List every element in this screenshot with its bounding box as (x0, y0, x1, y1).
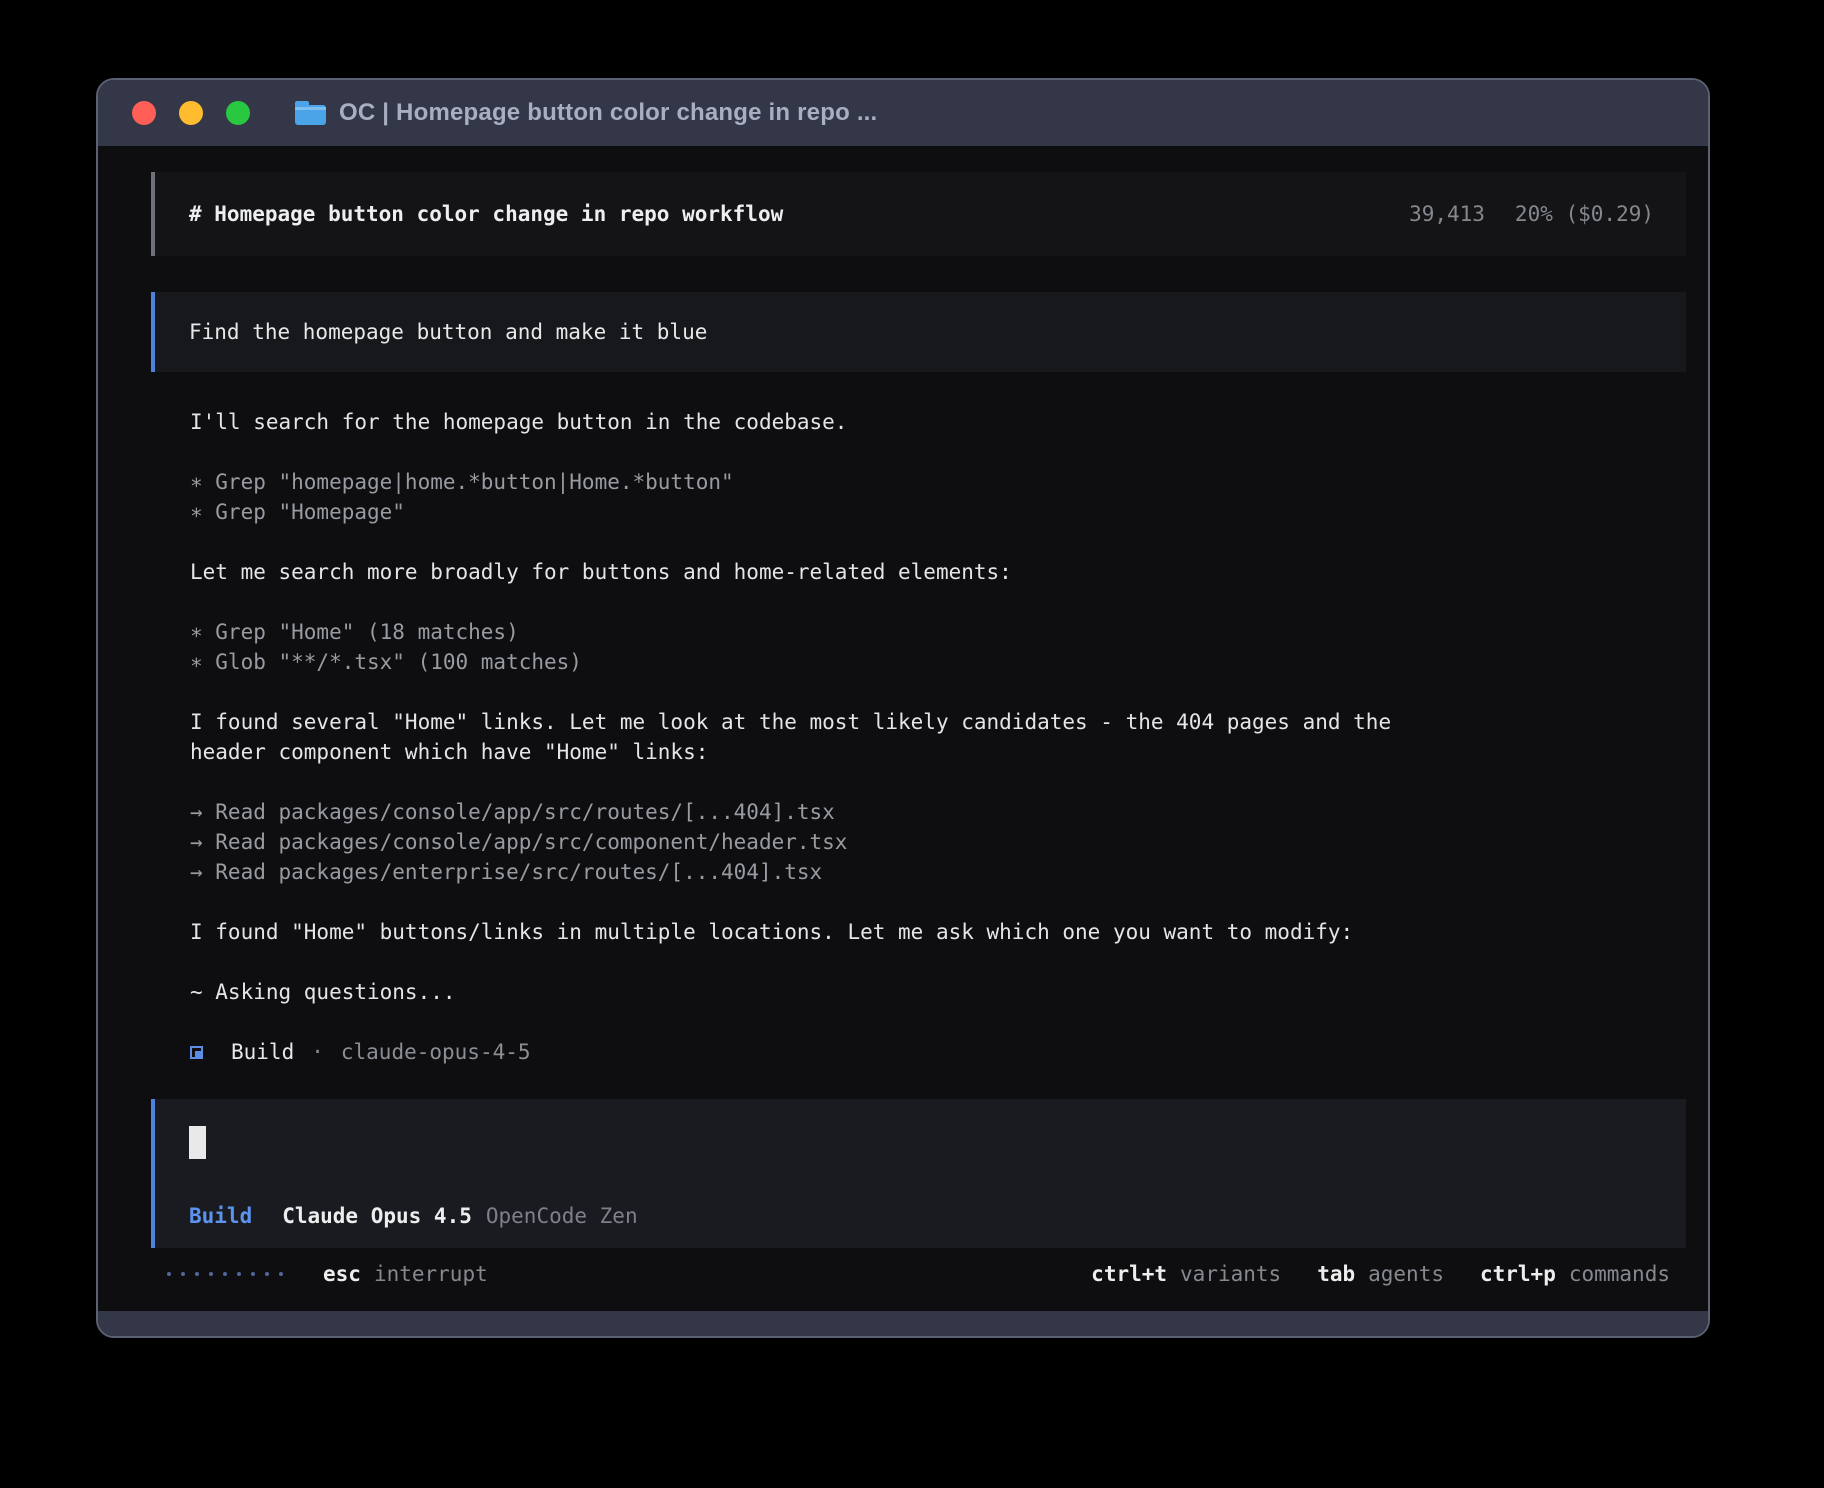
terminal-content[interactable]: # Homepage button color change in repo w… (98, 146, 1708, 1311)
spinner-dot (265, 1272, 269, 1276)
input-model-label[interactable]: Claude Opus 4.5 (282, 1201, 472, 1231)
key-hint: ctrl+p commands (1480, 1262, 1670, 1286)
text-cursor (189, 1126, 206, 1159)
minimize-icon[interactable] (179, 101, 203, 125)
key-hint-key: ctrl+p (1480, 1262, 1556, 1286)
agent-status-line: Build · claude-opus-4-5 (190, 1037, 1686, 1067)
statusbar-hints-right: ctrl+t variants tab agents ctrl+p commands (1091, 1262, 1670, 1286)
transcript-line: I found several "Home" links. Let me loo… (190, 707, 1686, 767)
close-icon[interactable] (132, 101, 156, 125)
spinner-dot (181, 1272, 185, 1276)
key-hint: esc interrupt (323, 1262, 488, 1286)
key-hint-label: agents (1368, 1262, 1444, 1286)
spinner-dot (223, 1272, 227, 1276)
key-hint-key: tab (1317, 1262, 1355, 1286)
key-hint: tab agents (1317, 1262, 1444, 1286)
key-hint-label: commands (1569, 1262, 1670, 1286)
agent-build-icon (190, 1046, 203, 1059)
token-count: 39,413 (1409, 202, 1485, 226)
spinner-dot (279, 1272, 283, 1276)
key-hint: ctrl+t variants (1091, 1262, 1281, 1286)
transcript-line: → Read packages/console/app/src/routes/[… (190, 797, 1686, 887)
transcript: I'll search for the homepage button in t… (190, 407, 1686, 1007)
zoom-icon[interactable] (226, 101, 250, 125)
statusbar: escinterrupt ctrl+tvariantstabagentsctrl… (151, 1253, 1686, 1301)
key-hint-label: interrupt (374, 1262, 488, 1286)
spinner-dot (251, 1272, 255, 1276)
spinner-dot (209, 1272, 213, 1276)
context-usage: 20% ($0.29) (1515, 202, 1654, 226)
session-title: # Homepage button color change in repo w… (189, 202, 783, 226)
input-footer: Build Claude Opus 4.5 OpenCode Zen (189, 1201, 1666, 1231)
folder-icon (295, 102, 326, 125)
transcript-line: Let me search more broadly for buttons a… (190, 557, 1686, 587)
input-provider-label: OpenCode Zen (486, 1201, 638, 1231)
spinner-dot (167, 1272, 171, 1276)
statusbar-hints-left: esc interrupt (323, 1262, 488, 1286)
key-hint-key: esc (323, 1262, 361, 1286)
user-message-text: Find the homepage button and make it blu… (189, 317, 1666, 347)
prompt-input[interactable]: Build Claude Opus 4.5 OpenCode Zen (151, 1099, 1686, 1248)
key-hint-label: variants (1180, 1262, 1281, 1286)
transcript-line: ~ Asking questions... (190, 977, 1686, 1007)
transcript-line: I'll search for the homepage button in t… (190, 407, 1686, 437)
spinner-dots (167, 1272, 283, 1276)
transcript-line: ∗ Grep "homepage|home.*button|Home.*butt… (190, 467, 1686, 527)
agent-model: claude-opus-4-5 (341, 1037, 531, 1067)
key-hint-key: ctrl+t (1091, 1262, 1167, 1286)
user-message: Find the homepage button and make it blu… (151, 292, 1686, 372)
window-controls (132, 101, 250, 125)
spinner-dot (195, 1272, 199, 1276)
spinner-dot (237, 1272, 241, 1276)
session-header: # Homepage button color change in repo w… (151, 172, 1686, 256)
agent-name: Build (231, 1037, 294, 1067)
input-agent-label[interactable]: Build (189, 1201, 252, 1231)
transcript-line: ∗ Grep "Home" (18 matches) ∗ Glob "**/*.… (190, 617, 1686, 677)
agent-separator: · (311, 1037, 324, 1067)
transcript-line: I found "Home" buttons/links in multiple… (190, 917, 1686, 947)
session-stats: 39,413 20% ($0.29) (1409, 202, 1654, 226)
titlebar: OC | Homepage button color change in rep… (98, 80, 1708, 146)
window-title: OC | Homepage button color change in rep… (339, 99, 877, 127)
window-bottom-bar (98, 1311, 1708, 1336)
terminal-window: OC | Homepage button color change in rep… (96, 78, 1710, 1338)
